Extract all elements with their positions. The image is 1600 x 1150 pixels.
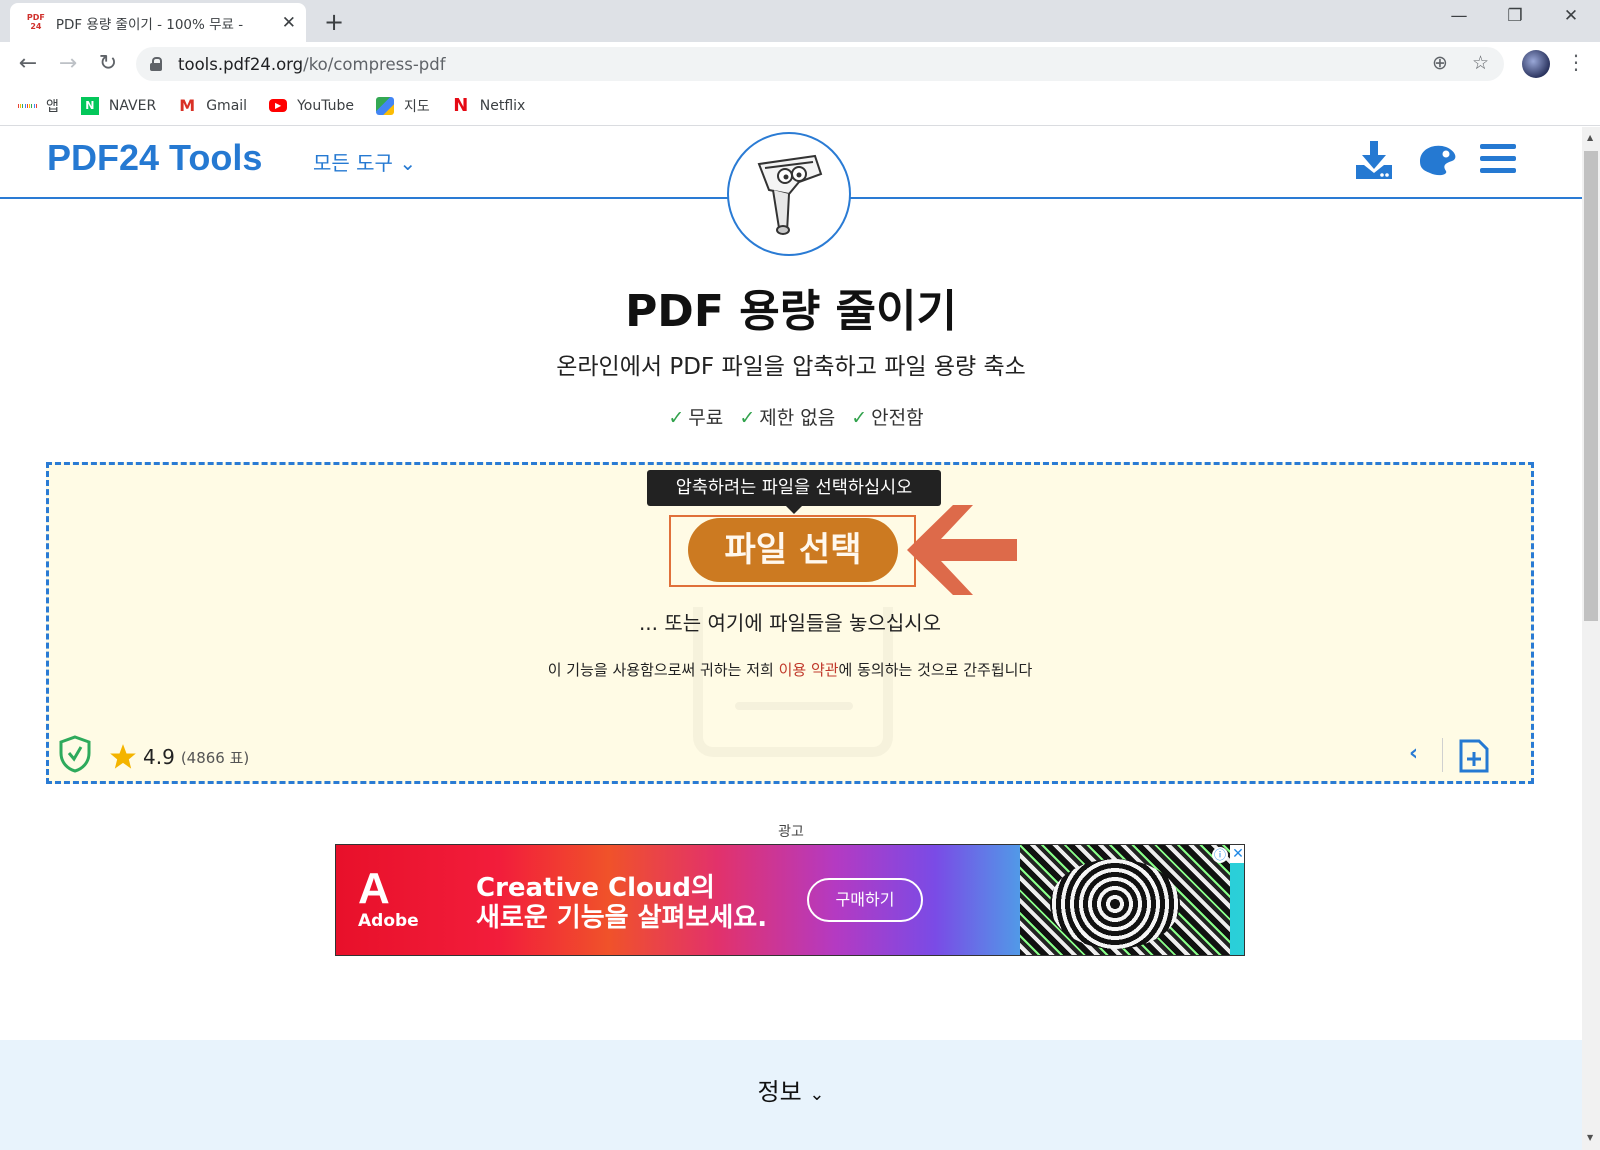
ad-info-icon[interactable]: ⓘ [1212, 847, 1228, 863]
browser-tabstrip: PDF 24 PDF 용량 줄이기 - 100% 무료 - ✕ + — ❐ ✕ [0, 0, 1600, 42]
apps-grid-icon [18, 97, 36, 115]
drop-hint-text: ... 또는 여기에 파일들을 놓으십시오 [638, 611, 942, 635]
ad-label: 광고 [778, 824, 804, 840]
hamburger-menu-icon[interactable] [1480, 143, 1516, 175]
maximize-icon[interactable]: ❐ [1492, 6, 1538, 36]
bookmarks-bar: 앱 N NAVER M Gmail ▶ YouTube 지도 N Netflix [0, 86, 1600, 126]
pointer-arrow-icon [907, 505, 1017, 595]
scroll-down-icon[interactable]: ▼ [1587, 1133, 1593, 1142]
page-subtitle: 온라인에서 PDF 파일을 압축하고 파일 용량 축소 [556, 354, 1026, 380]
divider [1442, 738, 1443, 772]
feature-free: 무료 [688, 407, 724, 429]
minimize-icon[interactable]: — [1436, 6, 1482, 36]
bookmark-netflix[interactable]: N Netflix [452, 95, 525, 116]
tab-title: PDF 용량 줄이기 - 100% 무료 - [55, 16, 244, 33]
address-bar[interactable]: tools.pdf24.org/ko/compress-pdf ⊕ ☆ [136, 47, 1504, 81]
adobe-logo-icon: A Adobe [358, 864, 419, 932]
menu-kebab-icon[interactable]: ⋮ [1566, 50, 1586, 74]
bookmark-star-icon[interactable]: ☆ [1472, 52, 1489, 74]
forward-arrow-icon[interactable]: → [54, 50, 82, 78]
rating-votes: (4866 표) [180, 748, 250, 767]
site-logo[interactable]: PDF24 Tools [47, 137, 262, 179]
page-title: PDF 용량 줄이기 [625, 286, 957, 337]
naver-icon: N [80, 96, 99, 115]
bookmark-naver[interactable]: N NAVER [80, 96, 156, 115]
star-icon [110, 744, 136, 769]
maps-icon [376, 96, 394, 115]
new-tab-plus-icon[interactable]: + [324, 8, 344, 36]
bookmark-youtube[interactable]: ▶ YouTube [269, 98, 354, 114]
page-scrollbar[interactable]: ▲ ▼ [1582, 127, 1600, 1150]
browser-tab[interactable]: PDF 24 PDF 용량 줄이기 - 100% 무료 - ✕ [10, 3, 306, 42]
check-icon: ✓ [668, 407, 685, 429]
check-icon: ✓ [851, 407, 868, 429]
site-header: PDF24 Tools 모든 도구 ⌄ [0, 127, 1582, 256]
bookmark-maps[interactable]: 지도 [376, 96, 430, 116]
adobe-ad-banner[interactable]: A Adobe Creative Cloud의 새로운 기능을 살펴보세요. 구… [335, 844, 1245, 956]
tab-close-icon[interactable]: ✕ [282, 13, 296, 33]
youtube-icon: ▶ [269, 99, 288, 112]
document-watermark-line [735, 702, 853, 710]
profile-avatar[interactable] [1522, 50, 1550, 78]
theme-palette-icon[interactable] [1416, 143, 1458, 177]
install-app-icon[interactable]: ⊕ [1432, 52, 1448, 74]
pdf24-mascot-icon [727, 132, 851, 256]
bookmark-apps[interactable]: 앱 [18, 96, 59, 116]
url-text[interactable]: tools.pdf24.org/ko/compress-pdf [178, 55, 446, 74]
ad-headline: Creative Cloud의 새로운 기능을 살펴보세요. [476, 873, 768, 933]
feature-list: ✓ 무료 ✓ 제한 없음 ✓ 안전함 [0, 403, 1582, 430]
pdf24-favicon-icon: PDF 24 [26, 12, 45, 31]
feature-unlimited: 제한 없음 [759, 407, 836, 429]
reload-icon[interactable]: ↻ [94, 50, 122, 78]
add-file-icon[interactable] [1457, 739, 1489, 773]
security-shield-icon [59, 735, 91, 773]
gmail-icon: M [179, 96, 196, 115]
scroll-thumb[interactable] [1584, 151, 1598, 621]
ad-close-icon[interactable]: ✕ [1230, 845, 1244, 863]
page-viewport: PDF24 Tools 모든 도구 ⌄ PDF 용량 줄이기 온라인에서 PDF… [0, 127, 1582, 1150]
file-drop-zone[interactable]: 압축하려는 파일을 선택하십시오 파일 선택 ... 또는 여기에 파일들을 놓… [46, 462, 1534, 784]
info-toggle[interactable]: 정보 ⌄ [0, 1072, 1582, 1107]
rating-summary[interactable]: 4.9 (4866 표) [109, 743, 249, 771]
download-icon[interactable] [1354, 139, 1394, 181]
netflix-icon: N [453, 95, 469, 116]
bookmark-gmail[interactable]: M Gmail [178, 96, 247, 115]
info-section: 정보 ⌄ [0, 1040, 1582, 1150]
lock-icon[interactable] [150, 57, 162, 71]
browser-toolbar: ← → ↻ tools.pdf24.org/ko/compress-pdf ⊕ … [0, 42, 1600, 86]
select-file-button[interactable]: 파일 선택 [688, 518, 898, 582]
chevron-down-icon: ⌄ [809, 1084, 825, 1105]
chevron-left-icon[interactable]: ‹ [1409, 741, 1418, 766]
window-close-icon[interactable]: ✕ [1548, 6, 1594, 36]
terms-notice: 이 기능을 사용함으로써 귀하는 저희 이용 약관에 동의하는 것으로 간주됩니… [547, 661, 1033, 679]
ad-buy-button[interactable]: 구매하기 [807, 878, 923, 922]
select-file-tooltip: 압축하려는 파일을 선택하십시오 [647, 470, 941, 514]
chevron-down-icon: ⌄ [399, 151, 417, 175]
ad-artwork [1020, 845, 1230, 955]
back-arrow-icon[interactable]: ← [14, 50, 42, 78]
scroll-up-icon[interactable]: ▲ [1587, 133, 1593, 142]
rating-value: 4.9 [143, 745, 175, 769]
feature-secure: 안전함 [871, 407, 924, 429]
check-icon: ✓ [739, 407, 756, 429]
all-tools-dropdown[interactable]: 모든 도구 ⌄ [313, 147, 416, 176]
terms-link[interactable]: 이용 약관 [779, 661, 839, 679]
